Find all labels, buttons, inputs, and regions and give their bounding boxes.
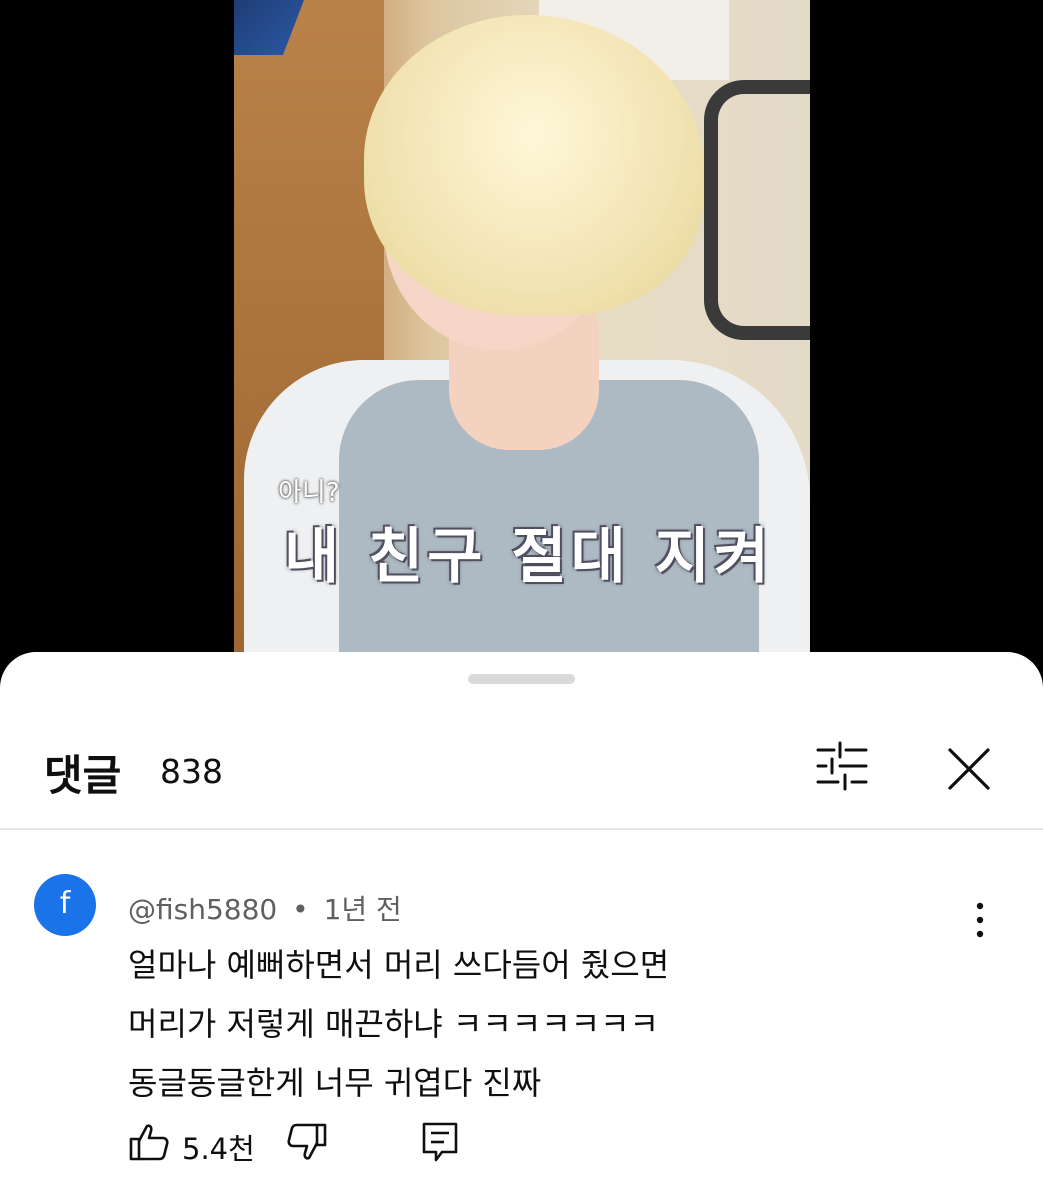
meta-separator: • — [292, 893, 309, 926]
comment-count: 838 — [160, 752, 223, 791]
drag-handle[interactable] — [468, 674, 575, 684]
comment-line: 머리가 저렇게 매끈하냐 ㅋㅋㅋㅋㅋㅋㅋ — [128, 1005, 659, 1043]
comment-time: 1년 전 — [323, 893, 402, 926]
comment-text: 얼마나 예뻐하면서 머리 쓰다듬어 줬으면 머리가 저렇게 매끈하냐 ㅋㅋㅋㅋㅋ… — [128, 936, 948, 1113]
reply-icon[interactable] — [420, 1120, 460, 1164]
comments-title: 댓글 — [44, 751, 122, 800]
avatar[interactable]: f — [34, 874, 96, 936]
thumbs-down-icon[interactable] — [286, 1122, 328, 1162]
video-subtitle: 내 친구 절대 지켜 — [284, 522, 774, 592]
comments-header: 댓글 838 — [0, 732, 1043, 822]
comment-line: 동글동글한게 너무 귀엽다 진짜 — [128, 1064, 542, 1102]
comment-item: f @fish5880 • 1년 전 얼마나 예뻐하면서 머리 쓰다듬어 줬으면… — [0, 830, 1043, 1200]
video-frame[interactable] — [234, 0, 810, 700]
like-count: 5.4천 — [182, 1132, 255, 1166]
thumbs-up-icon[interactable] — [128, 1122, 170, 1162]
sliders-icon[interactable] — [812, 740, 872, 792]
comments-sheet: 댓글 838 f @fish5880 • 1년 전 얼마나 예뻐하면서 머리 쓰… — [0, 652, 1043, 1200]
video-subtitle-small: 아니? — [278, 478, 340, 508]
more-vertical-icon[interactable] — [966, 900, 994, 940]
comment-actions: 5.4천 — [128, 1120, 828, 1170]
comment-meta: @fish5880 • 1년 전 — [128, 888, 402, 928]
close-icon[interactable] — [942, 742, 996, 796]
chair — [704, 80, 810, 340]
video-player[interactable]: 아니? 내 친구 절대 지켜 — [0, 0, 1043, 700]
comment-line: 얼마나 예뻐하면서 머리 쓰다듬어 줬으면 — [128, 946, 670, 984]
comment-author[interactable]: @fish5880 — [128, 893, 277, 926]
